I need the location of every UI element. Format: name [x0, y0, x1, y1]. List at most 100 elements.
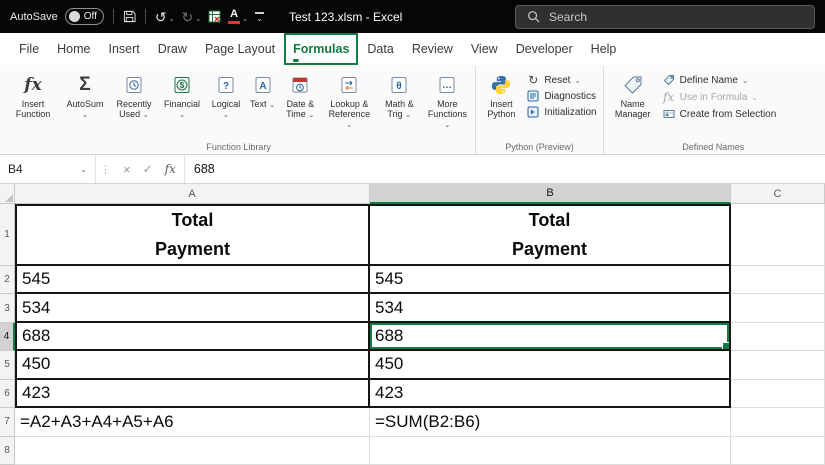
- autosum-button[interactable]: Σ AutoSum ⌄: [61, 68, 109, 121]
- use-in-formula-button[interactable]: fx Use in Formula ⌄: [662, 90, 777, 104]
- ribbon-tab-bar: File Home Insert Draw Page Layout Formul…: [0, 33, 825, 65]
- insert-function-icon[interactable]: fx: [165, 162, 176, 176]
- cell-A6[interactable]: 423: [15, 380, 370, 408]
- row-header-2[interactable]: 2: [0, 266, 15, 294]
- text-functions-icon: A: [253, 75, 273, 95]
- column-header-b[interactable]: B: [370, 184, 731, 204]
- name-box[interactable]: B4 ⌄: [0, 155, 96, 183]
- formula-bar-grip[interactable]: ⋮: [96, 155, 115, 183]
- tab-formulas[interactable]: Formulas: [284, 33, 358, 65]
- cell-B8[interactable]: [370, 437, 731, 465]
- undo-icon: ↺: [155, 10, 167, 24]
- tab-developer[interactable]: Developer: [507, 33, 582, 65]
- divider: [145, 9, 146, 24]
- diagnostics-icon: [527, 90, 539, 102]
- row-header-7[interactable]: 7: [0, 408, 15, 436]
- tab-insert[interactable]: Insert: [100, 33, 149, 65]
- row-header-4[interactable]: 4: [0, 323, 15, 351]
- row-1: 1 Total Payment Total Payment: [0, 204, 825, 266]
- row-header-6[interactable]: 6: [0, 380, 15, 408]
- date-time-button[interactable]: Date & Time ⌄: [278, 68, 322, 121]
- svg-text:A: A: [259, 81, 266, 92]
- undo-button[interactable]: ↺ ⌄: [155, 10, 175, 24]
- initialization-button[interactable]: Initialization: [526, 106, 596, 118]
- chevron-down-icon: ⌄: [444, 120, 450, 129]
- define-name-button[interactable]: Define Name ⌄: [662, 74, 777, 86]
- lookup-reference-button[interactable]: Lookup & Reference ⌄: [322, 68, 376, 131]
- cell-A4[interactable]: 688: [15, 323, 370, 351]
- save-button[interactable]: [123, 10, 136, 23]
- row-header-8[interactable]: 8: [0, 437, 15, 465]
- search-placeholder: Search: [549, 10, 587, 24]
- more-functions-button[interactable]: … More Functions ⌄: [422, 68, 472, 131]
- chevron-down-icon: ⌄: [742, 76, 748, 85]
- formula-input[interactable]: 688: [185, 155, 825, 183]
- cell-B6[interactable]: 423: [370, 380, 731, 408]
- tab-page-layout[interactable]: Page Layout: [196, 33, 284, 65]
- insert-function-button[interactable]: fx Insert Function: [5, 68, 61, 120]
- recently-used-button[interactable]: Recently Used ⌄: [109, 68, 159, 121]
- cancel-icon[interactable]: ×: [123, 162, 131, 177]
- column-header-a[interactable]: A: [15, 184, 370, 204]
- cell-C7[interactable]: [731, 408, 825, 436]
- diagnostics-button[interactable]: Diagnostics: [526, 90, 596, 102]
- chevron-down-icon: ⌄: [346, 120, 352, 129]
- cell-C1[interactable]: [731, 204, 825, 266]
- row-8: 8: [0, 437, 825, 465]
- cell-C8[interactable]: [731, 437, 825, 465]
- row-5: 5 450 450: [0, 351, 825, 379]
- tab-data[interactable]: Data: [358, 33, 402, 65]
- search-box[interactable]: Search: [515, 5, 815, 29]
- svg-text:?: ?: [223, 81, 229, 92]
- create-from-selection-button[interactable]: Create from Selection: [662, 108, 777, 120]
- group-label-defined-names: Defined Names: [604, 142, 823, 152]
- customize-quick-access-button[interactable]: ⌄: [255, 12, 264, 22]
- cell-C2[interactable]: [731, 266, 825, 294]
- column-header-c[interactable]: C: [731, 184, 825, 204]
- tab-draw[interactable]: Draw: [149, 33, 196, 65]
- row-header-1[interactable]: 1: [0, 204, 15, 266]
- logical-button[interactable]: ? Logical ⌄: [205, 68, 247, 121]
- cell-B4-active[interactable]: 688: [370, 323, 731, 351]
- cell-B5[interactable]: 450: [370, 351, 731, 379]
- cell-C5[interactable]: [731, 351, 825, 379]
- tab-help[interactable]: Help: [582, 33, 626, 65]
- worksheet: A B C 1 Total Payment Total Payment 2 54…: [0, 184, 825, 465]
- cell-B3[interactable]: 534: [370, 294, 731, 322]
- cell-B2[interactable]: 545: [370, 266, 731, 294]
- row-header-5[interactable]: 5: [0, 351, 15, 379]
- cell-A1[interactable]: Total Payment: [15, 204, 370, 266]
- autosave-toggle[interactable]: Off: [65, 8, 104, 25]
- cell-A8[interactable]: [15, 437, 370, 465]
- font-color-button[interactable]: A ⌄: [228, 9, 248, 24]
- enter-icon[interactable]: ✓: [143, 162, 153, 176]
- cell-A3[interactable]: 534: [15, 294, 370, 322]
- export-table-button[interactable]: [208, 10, 221, 23]
- cell-C3[interactable]: [731, 294, 825, 322]
- select-all-button[interactable]: [0, 184, 15, 204]
- tab-file[interactable]: File: [10, 33, 48, 65]
- insert-python-button[interactable]: Insert Python: [479, 68, 523, 120]
- row-header-3[interactable]: 3: [0, 294, 15, 322]
- cell-A2[interactable]: 545: [15, 266, 370, 294]
- cell-C4[interactable]: [731, 323, 825, 351]
- name-manager-button[interactable]: Name Manager: [607, 68, 659, 120]
- redo-button[interactable]: ↻ ⌄: [181, 10, 201, 24]
- fx-icon: fx: [24, 75, 41, 95]
- chevron-down-icon: ⌄: [169, 15, 175, 24]
- tab-review[interactable]: Review: [403, 33, 462, 65]
- tab-view[interactable]: View: [462, 33, 507, 65]
- cell-A5[interactable]: 450: [15, 351, 370, 379]
- financial-button[interactable]: $ Financial ⌄: [159, 68, 205, 121]
- cell-C6[interactable]: [731, 380, 825, 408]
- svg-text:…: …: [442, 80, 452, 91]
- cell-B7[interactable]: =SUM(B2:B6): [370, 408, 731, 436]
- cell-A7[interactable]: =A2+A3+A4+A5+A6: [15, 408, 370, 436]
- autosave-label: AutoSave: [10, 11, 58, 23]
- math-trig-button[interactable]: θ Math & Trig ⌄: [376, 68, 422, 121]
- cell-B1[interactable]: Total Payment: [370, 204, 731, 266]
- reset-button[interactable]: ↻ Reset ⌄: [526, 74, 596, 86]
- tab-home[interactable]: Home: [48, 33, 99, 65]
- column-header-row: A B C: [0, 184, 825, 204]
- text-button[interactable]: A Text ⌄: [247, 68, 278, 111]
